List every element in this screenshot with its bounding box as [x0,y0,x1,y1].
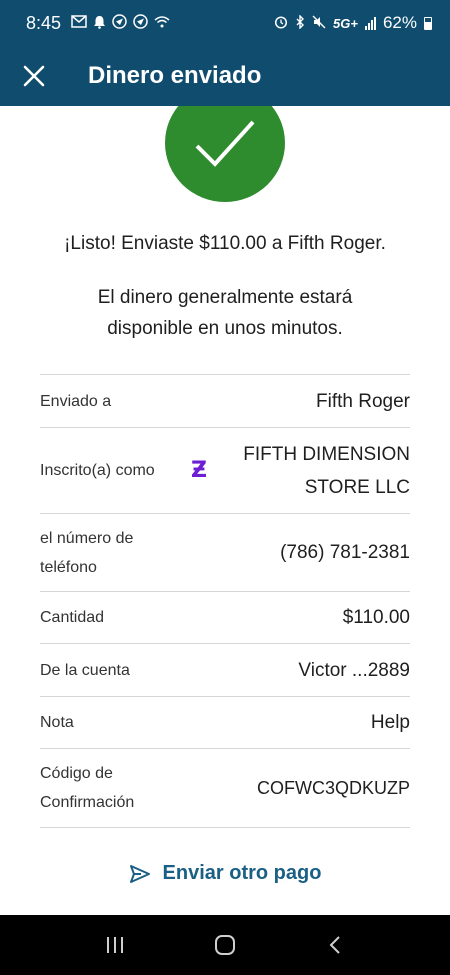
zelle-logo-icon: Ƶ [191,458,207,483]
detail-label-line: Confirmación [40,794,135,811]
detail-row-phone: el número de teléfono (786) 781-2381 [40,514,410,592]
detail-label-line: el número de [40,529,134,547]
detail-row-enrolled-as: Inscrito(a) como Ƶ FIFTH DIMENSION STORE… [40,428,410,514]
detail-label: Código de Confirmación [40,759,134,817]
mute-icon [312,15,326,32]
detail-label: Cantidad [40,609,105,626]
system-icons: 5G+ 62% [274,13,432,33]
mail-icon [71,15,87,31]
battery-icon [424,16,432,30]
back-button[interactable] [315,925,355,965]
home-button[interactable] [205,925,245,965]
detail-value: Victor ...2889 [298,659,410,681]
detail-label: Inscrito(a) como [40,462,155,479]
app-bar: Dinero enviado [0,46,450,106]
detail-label: Nota [40,714,74,731]
notification-icons [71,14,170,32]
detail-row-from-account: De la cuenta Victor ...2889 [40,644,410,697]
detail-row-amount: Cantidad $110.00 [40,592,410,644]
confirmation-subtext: El dinero generalmente estará disponible… [97,287,353,339]
detail-value: Help [370,712,410,733]
detail-value: (786) 781-2381 [280,542,410,563]
detail-value-line: FIFTH DIMENSION [243,443,410,465]
detail-row-note: Nota Help [40,697,410,749]
detail-value: FIFTH DIMENSION STORE LLC [243,438,410,504]
detail-value: $110.00 [342,607,410,628]
bell-icon [93,15,106,32]
home-icon [215,935,235,955]
confirmation-headline: ¡Listo! Enviaste $110.00 a Fifth Roger. [64,233,386,254]
page-title: Dinero enviado [88,62,262,89]
system-nav-bar [0,915,450,975]
detail-label-line: teléfono [40,558,97,576]
network-type: 5G+ [333,15,358,31]
detail-value-line: STORE LLC [304,476,410,498]
detail-row-sent-to: Enviado a Fifth Roger [40,375,410,428]
status-bar: 8:45 5G+ 62% [0,0,450,46]
close-icon [23,65,45,87]
recent-apps-icon [107,937,123,953]
app-icon [112,14,127,32]
send-icon [129,864,150,883]
alarm-icon [274,15,288,32]
detail-label: De la cuenta [40,661,130,679]
status-time: 8:45 [26,12,62,33]
payment-details: Enviado a Fifth Roger Inscrito(a) como Ƶ… [40,374,410,828]
detail-row-confirmation-code: Código de Confirmación COFWC3QDKUZP [40,749,410,828]
bluetooth-icon [295,13,305,32]
battery-percent: 62% [382,13,417,32]
recent-apps-button[interactable] [95,925,135,965]
detail-label-line: Código de [40,765,113,782]
detail-value: Fifth Roger [316,390,410,412]
detail-value: COFWC3QDKUZP [257,777,410,798]
back-icon [329,936,340,954]
app-icon [133,14,148,32]
detail-label: Enviado a [40,392,112,410]
close-button[interactable] [18,60,50,92]
send-another-payment-button[interactable]: Enviar otro pago [0,862,450,885]
wifi-icon [154,15,170,31]
signal-icon [364,16,376,30]
detail-label: el número de teléfono [40,524,133,582]
send-another-label: Enviar otro pago [162,862,322,884]
